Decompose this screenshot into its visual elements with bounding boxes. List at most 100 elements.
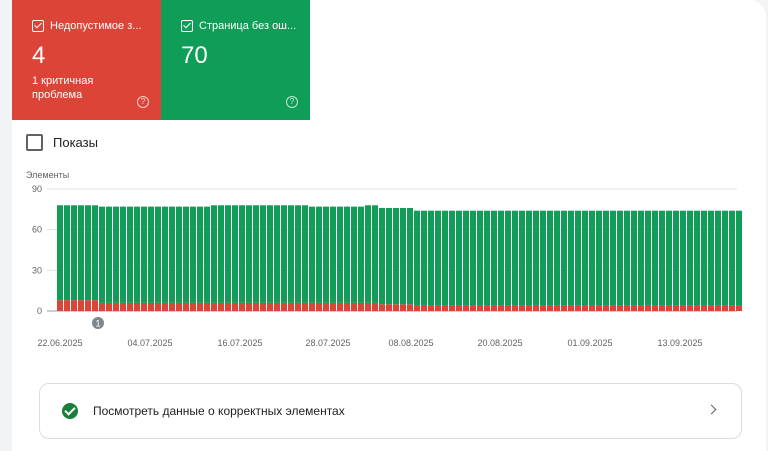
bar-invalid [344,303,350,311]
bar-valid [547,211,553,306]
bar-valid [463,211,469,306]
bar-invalid [512,306,518,311]
invalid-items-tile[interactable]: Недопустимое з... 4 1 критичная проблема… [12,0,161,120]
bar-invalid [323,303,329,311]
bar-invalid [680,306,686,311]
bar-valid [624,211,630,306]
bar-valid [197,207,203,303]
bar-invalid [169,303,175,311]
bar-valid [71,205,77,300]
bar-valid [141,207,147,303]
bar-invalid [92,300,98,311]
bar-invalid [533,306,539,311]
annotation-badge[interactable]: 1 [92,317,104,329]
bar-valid [470,211,476,306]
bar-invalid [232,303,238,311]
bar-valid [204,207,210,303]
x-tick-label: 04.07.2025 [127,338,172,348]
help-icon[interactable]: ? [137,96,149,108]
bar-invalid [316,303,322,311]
bar-valid [106,207,112,303]
bar-invalid [302,303,308,311]
bar-invalid [722,306,728,311]
bar-valid [442,211,448,306]
checkbox-checked-icon[interactable] [181,20,193,32]
bar-invalid [470,306,476,311]
bar-valid [477,211,483,306]
bar-invalid [449,306,455,311]
bar-invalid [687,306,693,311]
view-valid-items-row[interactable]: Посмотреть данные о корректных элементах [39,383,742,439]
bar-invalid [442,306,448,311]
bar-invalid [281,303,287,311]
annotation-badge-label[interactable]: 1 [95,319,100,329]
bar-invalid [57,300,63,311]
check-circle-icon [62,403,78,419]
bar-invalid [267,303,273,311]
y-tick-label: 30 [32,265,42,275]
bar-invalid [99,303,105,311]
bar-valid [645,211,651,306]
bar-invalid [736,306,742,311]
bar-valid [386,208,392,304]
bar-invalid [631,306,637,311]
bar-valid [260,205,266,303]
bar-invalid [477,306,483,311]
bar-invalid [330,303,336,311]
bar-valid [722,211,728,306]
bar-invalid [610,306,616,311]
bar-invalid [64,300,70,311]
bar-invalid [421,306,427,311]
valid-items-tile[interactable]: Страница без ош... 70 ? [161,0,310,120]
bar-valid [225,205,231,303]
bar-invalid [414,306,420,311]
bar-valid [148,207,154,303]
bar-valid [295,205,301,303]
invalid-tile-subtitle: 1 критичная проблема [32,74,132,102]
bar-invalid [694,306,700,311]
bar-valid [99,207,105,303]
bar-invalid [225,303,231,311]
bar-invalid [540,306,546,311]
items-chart: Элементы030609022.06.202504.07.202516.07… [0,160,768,360]
bar-invalid [309,303,315,311]
bar-invalid [575,306,581,311]
bar-valid [169,207,175,303]
bar-valid [414,211,420,306]
bar-invalid [589,306,595,311]
bar-valid [113,207,119,303]
impressions-toggle[interactable]: Показы [26,134,98,151]
checkbox-checked-icon[interactable] [32,20,44,32]
y-axis-title: Элементы [26,170,69,180]
checkbox-unchecked-icon[interactable] [26,134,43,151]
bar-valid [582,211,588,306]
chevron-right-icon [707,405,717,415]
bar-invalid [561,306,567,311]
bar-invalid [295,303,301,311]
bar-valid [246,205,252,303]
invalid-tile-label: Недопустимое з... [50,20,141,32]
bar-valid [729,211,735,306]
bar-valid [134,207,140,303]
bar-valid [127,207,133,303]
bar-valid [652,211,658,306]
bar-valid [344,207,350,303]
invalid-tile-header: Недопустимое з... [32,20,156,32]
bar-invalid [435,306,441,311]
bar-valid [358,207,364,303]
bar-invalid [274,303,280,311]
bar-valid [400,208,406,304]
bar-invalid [582,306,588,311]
bar-valid [617,211,623,306]
bar-invalid [708,306,714,311]
help-icon[interactable]: ? [286,96,298,108]
bar-invalid [113,303,119,311]
bar-valid [505,211,511,306]
bar-invalid [85,300,91,311]
bar-invalid [190,303,196,311]
bar-valid [316,207,322,303]
bar-valid [155,207,161,303]
valid-tile-header: Страница без ош... [181,20,305,32]
bar-valid [120,207,126,303]
bar-invalid [729,306,735,311]
